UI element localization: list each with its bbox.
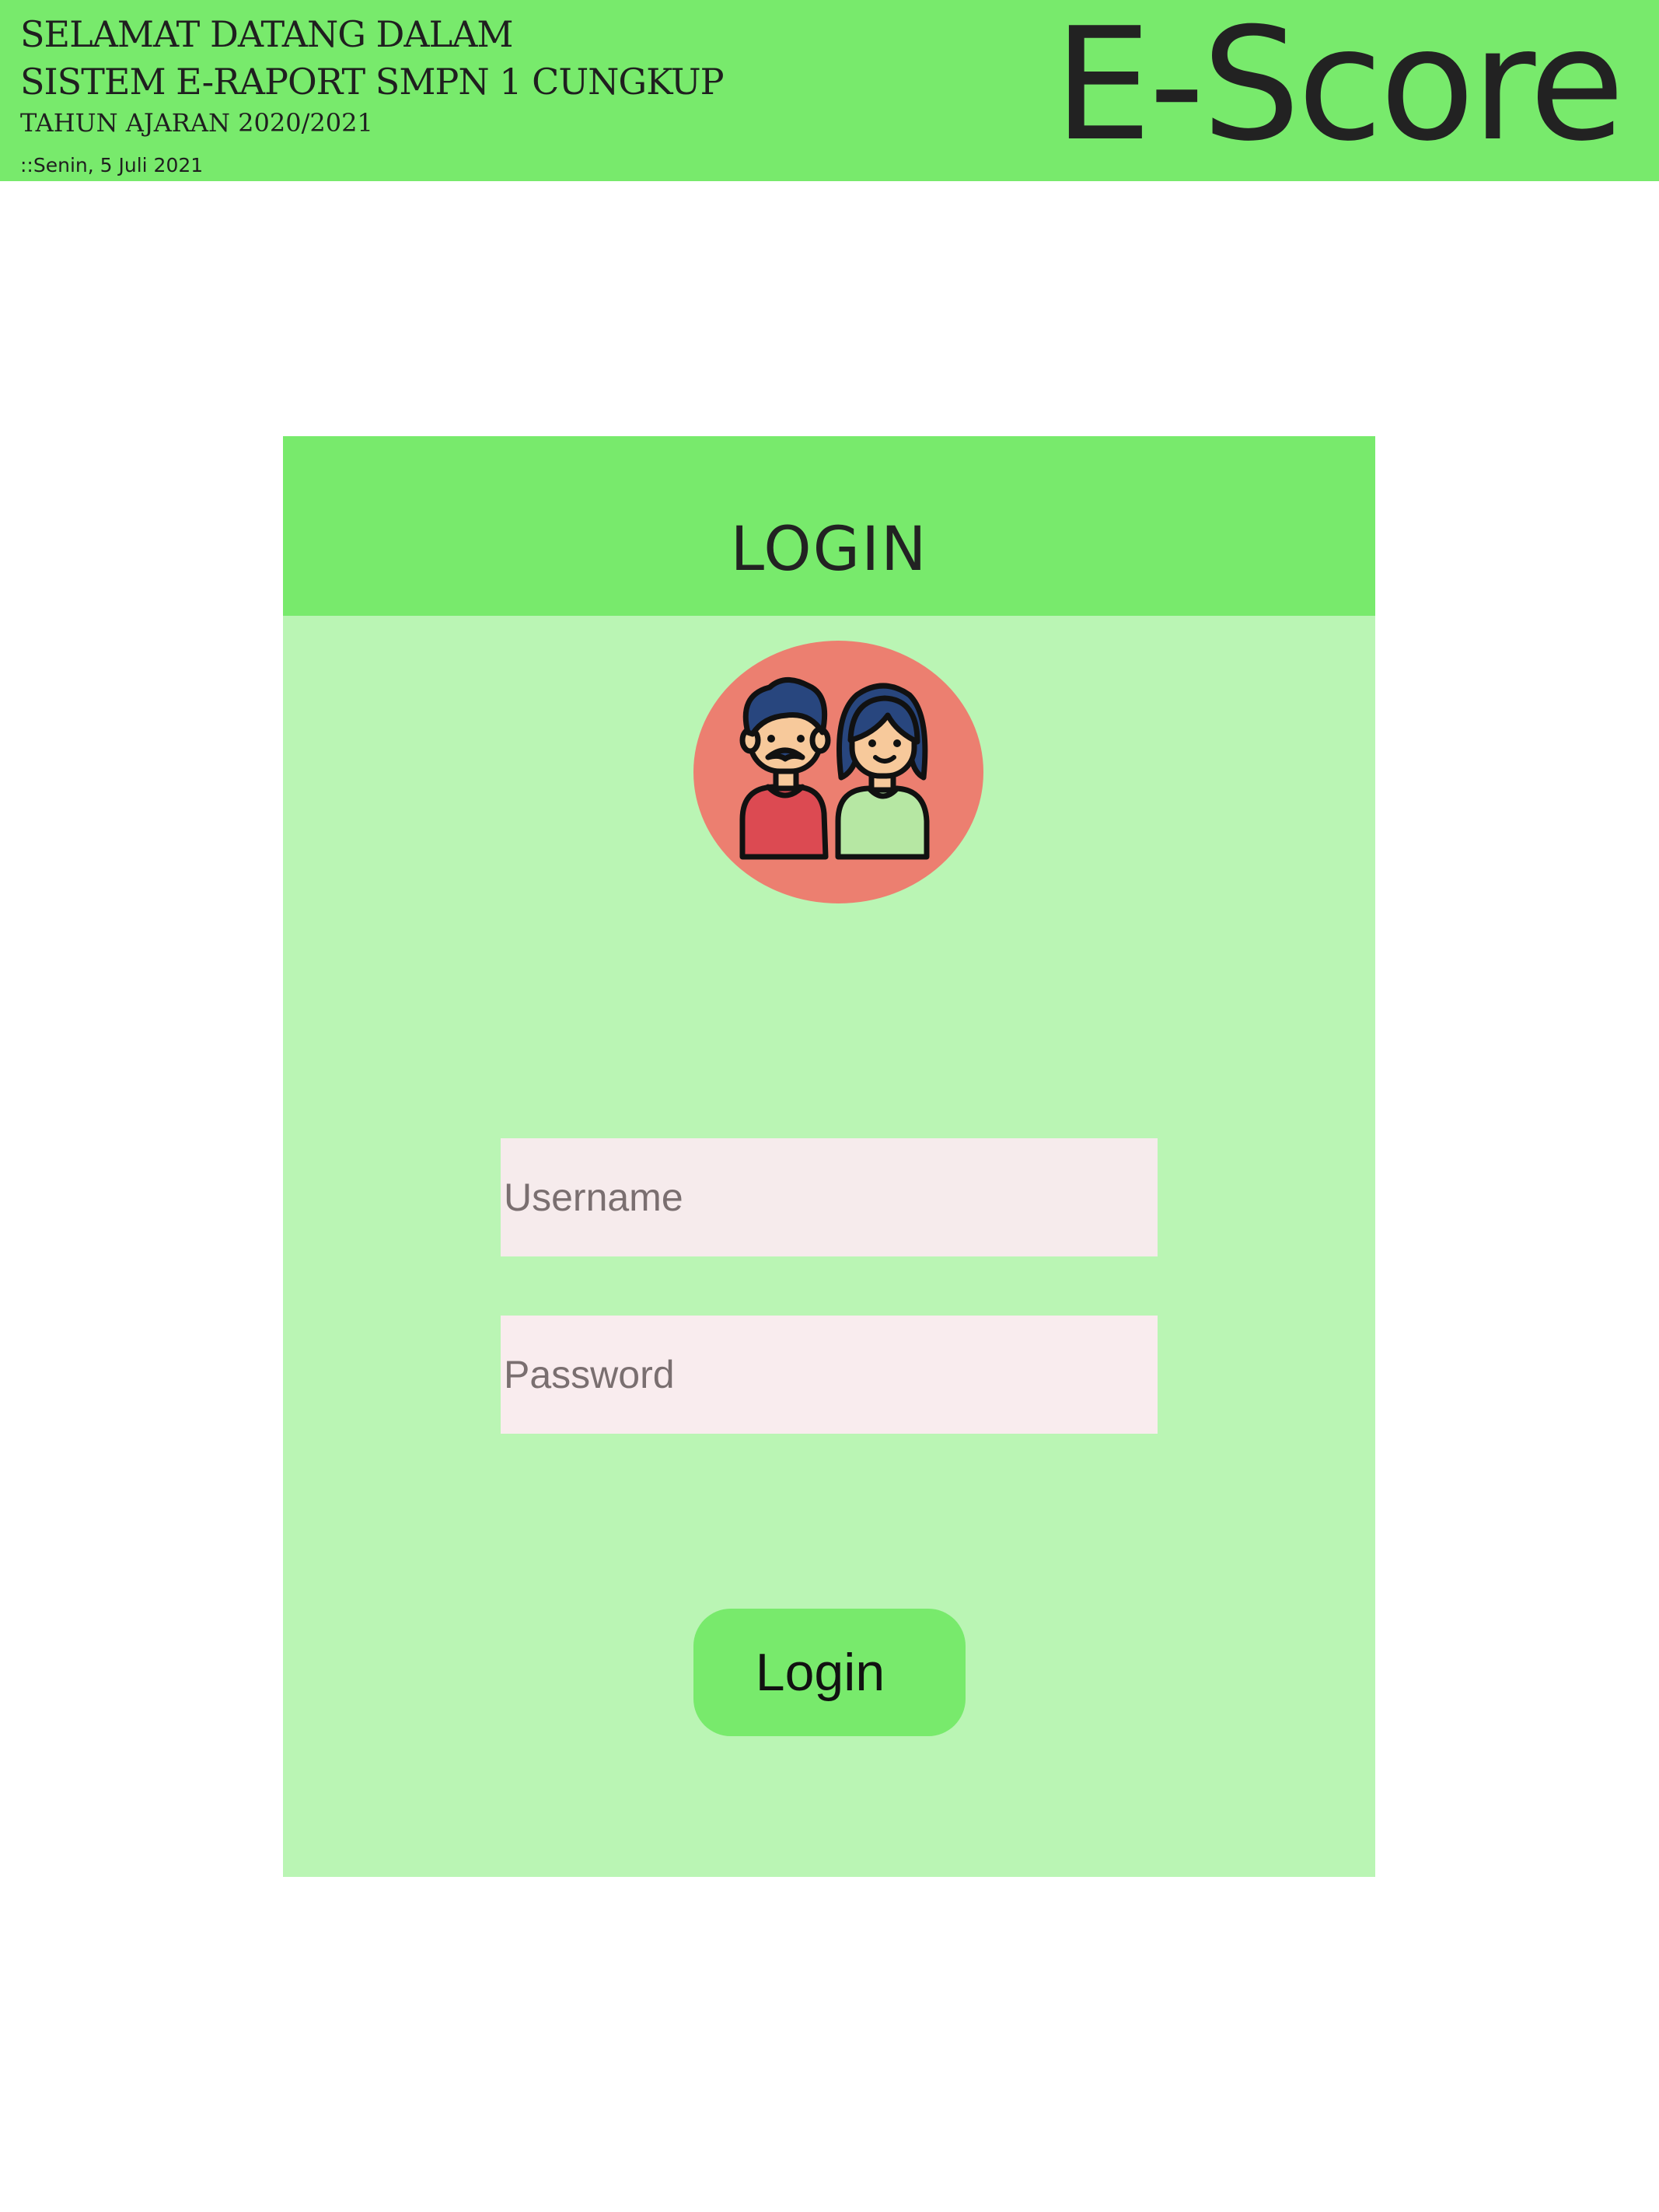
username-input[interactable]	[501, 1138, 1158, 1256]
login-card-header: LOGIN	[283, 436, 1375, 616]
academic-year: TAHUN AJARAN 2020/2021	[20, 108, 373, 138]
current-date: ::Senin, 5 Juli 2021	[20, 154, 204, 176]
login-card: LOGIN Username Login	[283, 436, 1375, 1877]
brand-logo-text: E-Score	[1053, 0, 1625, 176]
welcome-title-line-2: SISTEM E-RAPORT SMPN 1 CUNGKUP	[20, 61, 725, 103]
welcome-title-line-1: SELAMAT DATANG DALAM	[20, 13, 514, 55]
top-header: SELAMAT DATANG DALAM SISTEM E-RAPORT SMP…	[0, 0, 1659, 181]
login-button-label: Login	[755, 1643, 885, 1702]
password-input[interactable]	[501, 1316, 1158, 1434]
login-button[interactable]: Login	[693, 1609, 966, 1736]
couple-avatar-icon	[693, 641, 983, 903]
login-title: LOGIN	[730, 515, 928, 585]
